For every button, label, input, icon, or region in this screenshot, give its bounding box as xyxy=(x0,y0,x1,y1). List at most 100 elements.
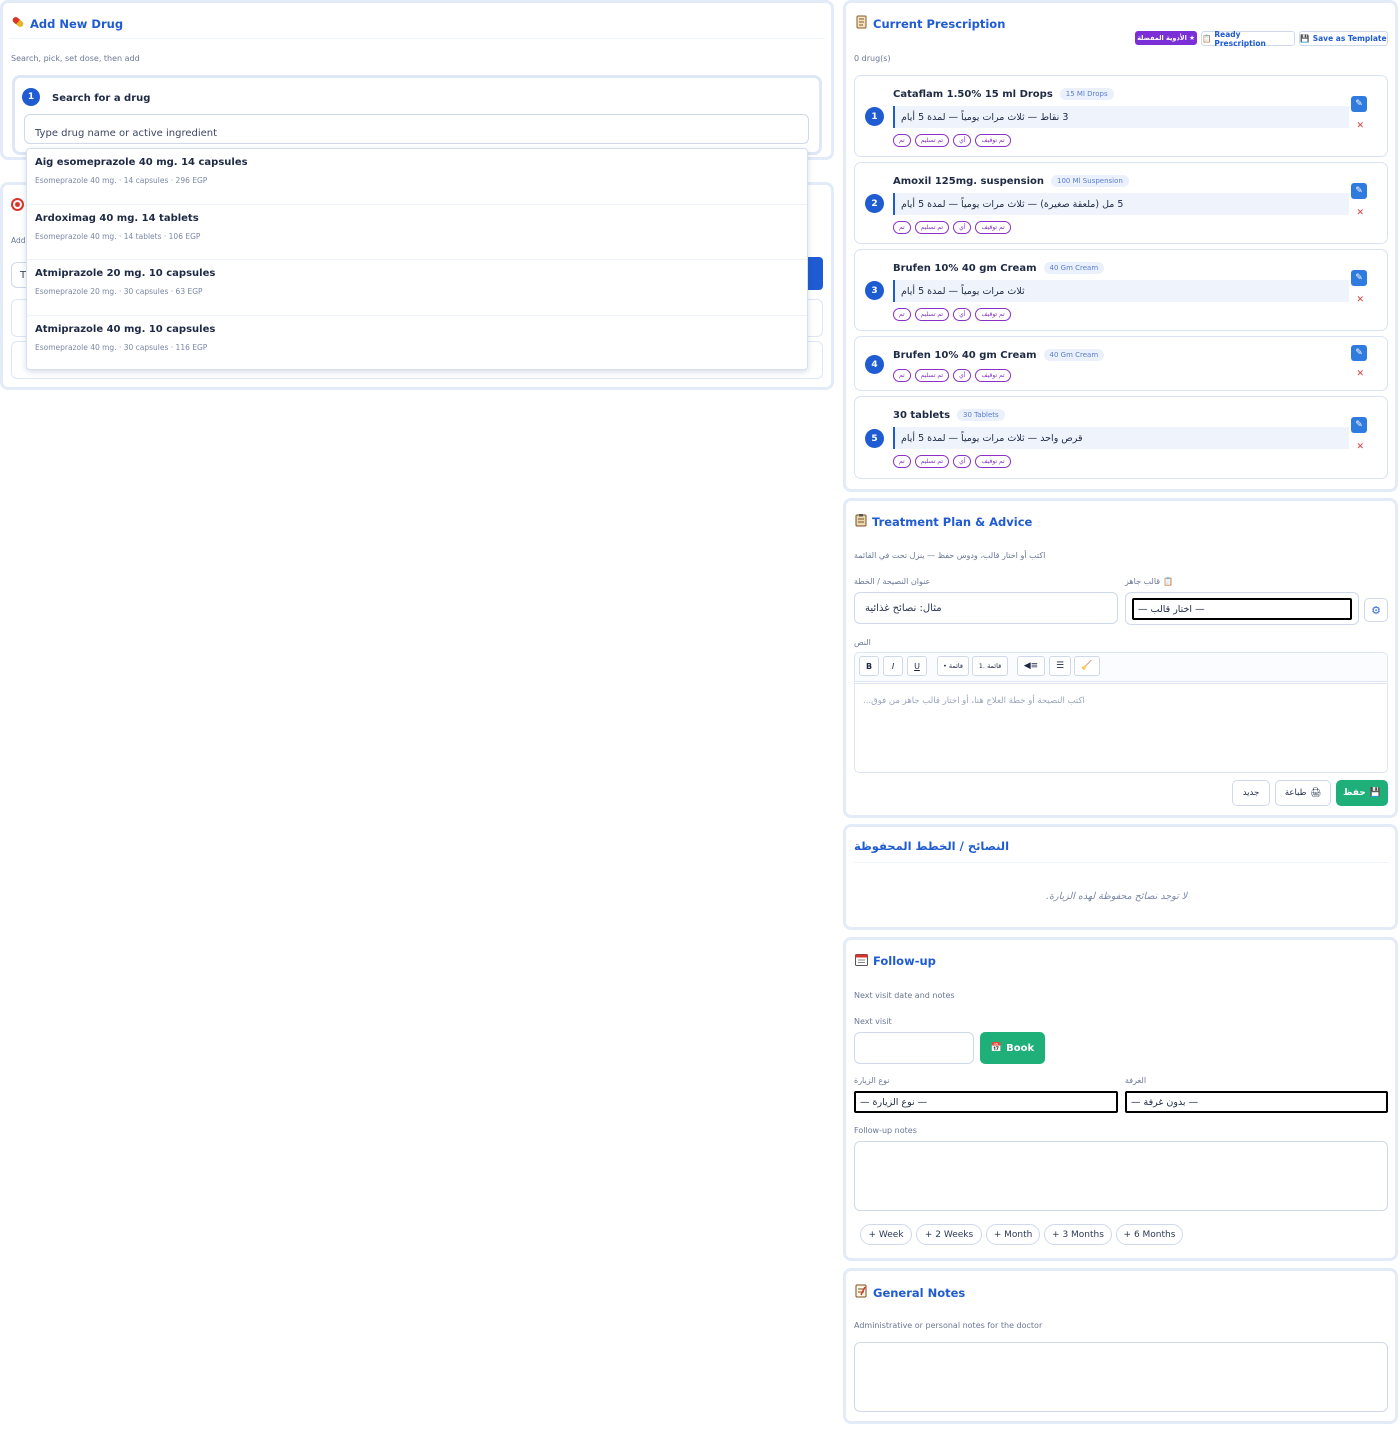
item-tag[interactable]: تم توقيف xyxy=(975,221,1011,234)
edit-item-button[interactable]: ✎ xyxy=(1351,417,1367,433)
search-result-item[interactable]: Aig esomeprazole 40 mg. 14 capsules Esome… xyxy=(27,149,807,205)
rtl-align-button[interactable]: ◀≡ xyxy=(1017,656,1045,676)
search-results-dropdown: Aig esomeprazole 40 mg. 14 capsules Esome… xyxy=(26,148,808,370)
new-advice-button[interactable]: جديد xyxy=(1232,780,1270,806)
item-drug-name: Brufen 10% 40 gm Cream xyxy=(893,262,1037,274)
add-2-weeks-button[interactable]: + 2 Weeks xyxy=(916,1224,982,1245)
close-icon: ✕ xyxy=(1356,442,1364,452)
result-drug-name: Aig esomeprazole 40 mg. 14 capsules xyxy=(35,157,248,168)
edit-item-button[interactable]: ✎ xyxy=(1351,183,1367,199)
item-tag[interactable]: تم تسليم xyxy=(914,369,950,382)
clear-format-button[interactable]: 🧹 xyxy=(1074,656,1100,676)
treatment-header: Treatment Plan & Advice xyxy=(855,513,1032,530)
item-tag[interactable]: تم توقيف xyxy=(975,134,1011,147)
underline-button[interactable]: U xyxy=(907,656,927,676)
drug-search-input[interactable]: Type drug name or active ingredient xyxy=(24,114,809,144)
template-select[interactable]: — اختار قالب — xyxy=(1132,598,1352,620)
bullet-list-button[interactable]: • قائمة xyxy=(937,656,969,676)
item-tag[interactable]: أي xyxy=(953,455,972,468)
general-notes-textarea[interactable] xyxy=(854,1342,1388,1412)
add-3-months-button[interactable]: + 3 Months xyxy=(1044,1224,1112,1245)
add-6-months-button[interactable]: + 6 Months xyxy=(1116,1224,1183,1245)
search-result-item[interactable]: Atmiprazole 20 mg. 10 capsules Esomeprazo… xyxy=(27,260,807,316)
close-icon: ✕ xyxy=(1356,369,1364,379)
editor-placeholder: اكتب النصيحة أو خطة العلاج هنا، أو اختار… xyxy=(863,696,1085,706)
item-tag[interactable]: أي xyxy=(953,134,972,147)
followup-notes-label: Follow-up notes xyxy=(854,1126,917,1135)
item-tag[interactable]: تم توقيف xyxy=(975,455,1011,468)
item-tag[interactable]: تم xyxy=(893,308,911,321)
italic-button[interactable]: I xyxy=(883,656,903,676)
close-icon: ✕ xyxy=(1356,295,1364,305)
item-tag[interactable]: تم تسليم xyxy=(914,308,950,321)
delete-item-button[interactable]: ✕ xyxy=(1356,369,1364,379)
item-dose: 3 نقاط — ثلاث مرات يومياً — لمدة 5 أيام xyxy=(893,106,1349,128)
result-drug-meta: Esomeprazole 40 mg. · 14 tablets · 106 E… xyxy=(35,231,201,241)
item-tag[interactable]: تم xyxy=(893,221,911,234)
calendar-icon xyxy=(855,953,868,969)
item-number: 1 xyxy=(865,107,884,126)
search-result-item[interactable]: Atmiprazole 40 mg. 10 capsules Esomeprazo… xyxy=(27,316,807,372)
prescription-item: 4 Brufen 10% 40 gm Cream 40 Gm Cream تم تم ت… xyxy=(854,336,1388,391)
delete-item-button[interactable]: ✕ xyxy=(1356,121,1364,131)
book-label: Book xyxy=(1006,1042,1035,1054)
ready-prescription-button[interactable]: 📋 Ready Prescription xyxy=(1201,29,1295,48)
rtl-icon: ◀≡ xyxy=(1023,661,1039,671)
item-form-pill: 30 Tablets xyxy=(957,409,1005,421)
item-tag[interactable]: أي xyxy=(953,369,972,382)
delete-item-button[interactable]: ✕ xyxy=(1356,295,1364,305)
item-tag[interactable]: تم توقيف xyxy=(975,369,1011,382)
print-advice-button[interactable]: 🖨 طباعة xyxy=(1275,780,1331,806)
item-drug-name-row: Amoxil 125mg. suspension 100 Ml Suspensio… xyxy=(893,175,1129,187)
next-visit-label: Next visit xyxy=(854,1017,892,1026)
align-button[interactable]: ☰ xyxy=(1049,656,1071,676)
add-2-weeks-label: + 2 Weeks xyxy=(924,1229,974,1240)
scroll-icon xyxy=(855,15,868,32)
next-visit-date-input[interactable] xyxy=(854,1032,974,1064)
advice-title-placeholder: مثال: نصائح غذائية xyxy=(865,602,942,614)
item-form-pill: 15 Ml Drops xyxy=(1059,88,1114,100)
item-tag[interactable]: تم xyxy=(893,455,911,468)
item-dose: 5 مل (ملعقة صغيرة) — ثلاث مرات يومياً — … xyxy=(893,193,1349,215)
book-button[interactable]: 📅 Book xyxy=(980,1032,1045,1064)
add-month-button[interactable]: + Month xyxy=(986,1224,1040,1245)
edit-item-button[interactable]: ✎ xyxy=(1351,270,1367,286)
favorites-button[interactable]: ★ الأدوية المفضلة xyxy=(1135,31,1197,45)
advice-text-editor[interactable]: اكتب النصيحة أو خطة العلاج هنا، أو اختار… xyxy=(854,683,1388,773)
followup-notes-textarea[interactable] xyxy=(854,1141,1388,1211)
save-template-button[interactable]: 💾 Save as Template xyxy=(1299,31,1388,46)
numbered-list-button[interactable]: 1. قائمة xyxy=(972,656,1008,676)
add-week-button[interactable]: + Week xyxy=(860,1224,912,1245)
delete-item-button[interactable]: ✕ xyxy=(1356,208,1364,218)
item-tags: تم تم تسليم أي تم توقيف xyxy=(893,308,1011,321)
item-tag[interactable]: تم تسليم xyxy=(914,455,950,468)
item-tag[interactable]: تم xyxy=(893,369,911,382)
saved-advice-title: النصائح / الخطط المحفوظة xyxy=(854,839,1010,853)
edit-item-button[interactable]: ✎ xyxy=(1351,96,1367,112)
delete-item-button[interactable]: ✕ xyxy=(1356,442,1364,452)
edit-item-button[interactable]: ✎ xyxy=(1351,345,1367,361)
item-tag[interactable]: تم تسليم xyxy=(914,221,950,234)
memo-icon xyxy=(855,1284,868,1301)
pencil-icon: ✎ xyxy=(1355,348,1363,358)
step-label: Search for a drug xyxy=(52,93,151,104)
item-tag[interactable]: تم توقيف xyxy=(975,308,1011,321)
followup-header: Follow-up xyxy=(855,953,936,969)
visit-type-select[interactable]: — نوع الزيارة — xyxy=(854,1091,1118,1113)
item-tag[interactable]: أي xyxy=(953,221,972,234)
general-notes-header: General Notes xyxy=(855,1284,965,1301)
calendar-icon: 📅 xyxy=(990,1043,1003,1053)
item-tag[interactable]: أي xyxy=(953,308,972,321)
pencil-icon: ✎ xyxy=(1355,420,1363,430)
item-tag[interactable]: تم xyxy=(893,134,911,147)
bold-button[interactable]: B xyxy=(859,656,879,676)
advice-title-input[interactable]: مثال: نصائح غذائية xyxy=(854,592,1118,624)
ready-label: Ready Prescription xyxy=(1214,29,1266,48)
search-result-item[interactable]: Ardoximag 40 mg. 14 tablets Esomeprazole … xyxy=(27,205,807,260)
visit-type-label: نوع الزيارة xyxy=(854,1076,890,1085)
item-tag[interactable]: تم تسليم xyxy=(914,134,950,147)
room-select[interactable]: — بدون غرفة — xyxy=(1125,1091,1388,1113)
prescription-title: Current Prescription xyxy=(873,16,1006,31)
save-advice-button[interactable]: 💾 حفظ xyxy=(1336,780,1388,806)
template-settings-button[interactable]: ⚙ xyxy=(1364,598,1388,622)
